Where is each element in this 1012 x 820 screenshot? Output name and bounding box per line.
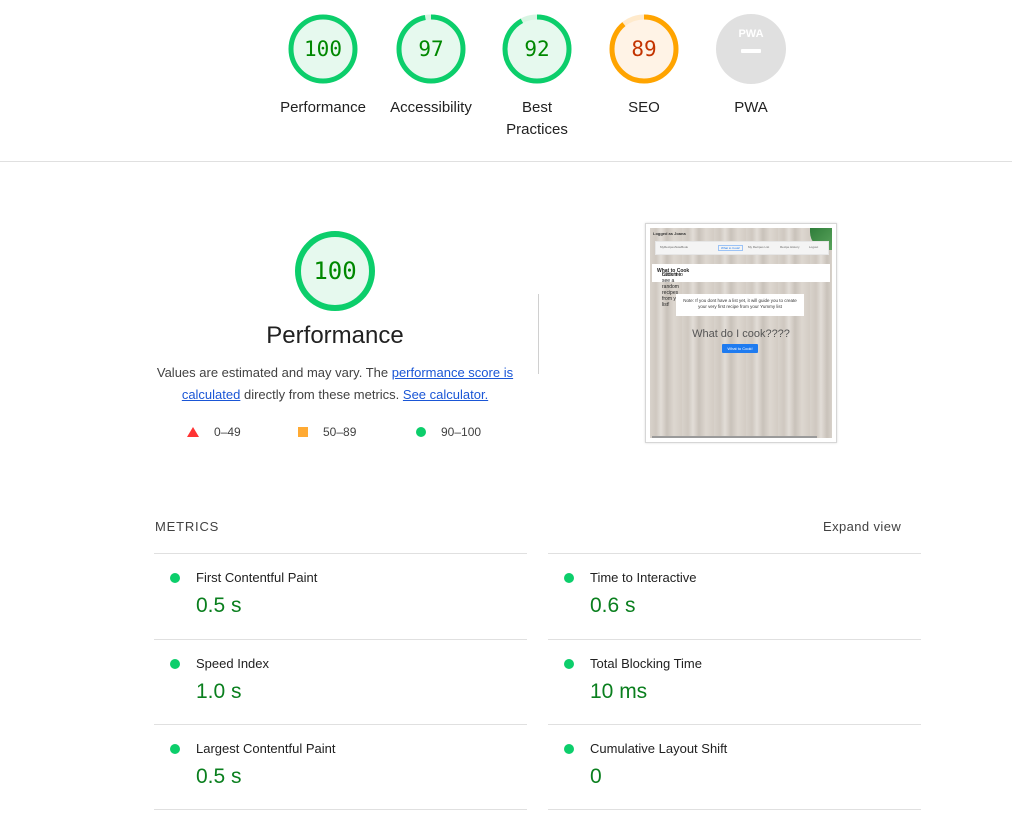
circle-icon — [416, 427, 426, 437]
seo-score: 89 — [631, 37, 656, 61]
gauge-accessibility[interactable]: 97 Accessibility — [378, 13, 484, 119]
metric-title: Cumulative Layout Shift — [590, 741, 728, 756]
pass-circle-icon — [170, 744, 180, 754]
gauge-seo[interactable]: 89 SEO — [591, 13, 697, 119]
metric-cumulative-layout-shift: Cumulative Layout Shift 0 — [548, 724, 921, 811]
legend-range-fail: 0–49 — [214, 425, 241, 439]
screenshot-nav-item: What to Cook! — [718, 245, 744, 251]
metrics-bottom-divider — [548, 809, 921, 810]
screenshot-nav-item: Recipe History — [780, 245, 800, 249]
gauge-label-seo: SEO — [628, 99, 660, 116]
section-divider — [538, 294, 539, 374]
screenshot-what-to-cook-button: What to Cook! — [722, 344, 758, 353]
screenshot-note-card: Note: If you dont have a list yet, it wi… — [676, 294, 804, 316]
metrics-bottom-divider — [154, 809, 527, 810]
square-icon — [298, 427, 308, 437]
metric-total-blocking-time: Total Blocking Time 10 ms — [548, 639, 921, 726]
see-calculator-link[interactable]: See calculator. — [403, 387, 488, 402]
metric-speed-index: Speed Index 1.0 s — [154, 639, 527, 726]
accessibility-gauge-ring: 97 — [396, 14, 466, 84]
metric-title: Largest Contentful Paint — [196, 741, 336, 756]
metric-time-to-interactive: Time to Interactive 0.6 s — [548, 553, 921, 640]
screenshot-nav-brand: MyRecipesNoteBook — [660, 245, 689, 249]
pwa-badge-text: PWA — [738, 28, 763, 40]
final-screenshot[interactable]: Logged as Joana MyRecipesNoteBook What t… — [645, 223, 837, 443]
metric-largest-contentful-paint: Largest Contentful Paint 0.5 s — [154, 724, 527, 811]
gauge-performance[interactable]: 100 Performance — [270, 13, 376, 119]
metrics-header: METRICS — [155, 519, 220, 534]
screenshot-background: Logged as Joana MyRecipesNoteBook What t… — [650, 228, 832, 438]
metric-title: Total Blocking Time — [590, 656, 702, 671]
legend-pass: 90–100 — [415, 425, 481, 439]
gauge-pwa[interactable]: PWA PWA — [698, 13, 804, 119]
screenshot-nav-item: Logout — [809, 245, 819, 249]
screenshot-button-label: What to Cook! — [727, 346, 753, 351]
performance-large-score: 100 — [313, 257, 356, 285]
screenshot-nav-item: My Recipes List — [748, 245, 770, 249]
gauge-label-accessibility: Accessibility — [390, 99, 472, 116]
metric-first-contentful-paint: First Contentful Paint 0.5 s — [154, 553, 527, 640]
screenshot-login-text: Logged as Joana — [653, 231, 686, 236]
screenshot-scrollbar — [652, 436, 817, 438]
performance-gauge-ring: 100 — [288, 14, 358, 84]
pass-circle-icon — [170, 573, 180, 583]
metric-title: First Contentful Paint — [196, 570, 318, 585]
metric-value: 1.0 s — [196, 680, 242, 703]
metric-value: 0 — [590, 765, 602, 788]
desc-middle: directly from these metrics. — [240, 387, 403, 402]
legend-average: 50–89 — [297, 425, 356, 439]
performance-description: Values are estimated and may vary. The p… — [150, 362, 520, 406]
pass-circle-icon — [564, 573, 574, 583]
gauge-best-practices[interactable]: 92 Best Practices — [484, 13, 590, 141]
best-practices-score: 92 — [524, 37, 549, 61]
metric-value: 0.6 s — [590, 594, 636, 617]
pass-circle-icon — [170, 659, 180, 669]
metric-value: 0.5 s — [196, 765, 242, 788]
screenshot-note-text: Note: If you dont have a list yet, it wi… — [683, 298, 797, 309]
metric-value: 10 ms — [590, 680, 648, 703]
performance-score: 100 — [304, 37, 342, 61]
gauge-label-performance: Performance — [280, 99, 366, 116]
performance-title: Performance — [266, 322, 404, 349]
metric-value: 0.5 s — [196, 594, 242, 617]
legend-range-average: 50–89 — [323, 425, 357, 439]
screenshot-navbar: MyRecipesNoteBook What to Cook! My Recip… — [655, 241, 829, 255]
gauge-label-pwa: PWA — [734, 99, 768, 116]
accessibility-score: 97 — [418, 37, 443, 61]
pass-circle-icon — [564, 744, 574, 754]
gauge-label-best-practices: Best Practices — [506, 99, 568, 138]
seo-gauge-ring: 89 — [609, 14, 679, 84]
triangle-icon — [187, 427, 199, 437]
desc-prefix: Values are estimated and may vary. The — [156, 365, 392, 380]
metric-title: Time to Interactive — [590, 570, 697, 585]
performance-large-gauge: 100 — [295, 231, 375, 311]
screenshot-instruction-card: Click the What to Cook buttom to see a r… — [652, 264, 830, 308]
best-practices-gauge-ring: 92 — [502, 14, 572, 84]
legend-fail: 0–49 — [186, 425, 241, 439]
legend-range-pass: 90–100 — [441, 425, 482, 439]
expand-view-toggle[interactable]: Expand view — [823, 519, 901, 534]
screenshot-heading: What do I cook???? — [692, 328, 790, 340]
metric-title: Speed Index — [196, 656, 270, 671]
pass-circle-icon — [564, 659, 574, 669]
pwa-badge-icon: PWA — [716, 14, 786, 84]
score-summary: 100 Performance 97 Accessibility 92 Best… — [0, 0, 1012, 162]
